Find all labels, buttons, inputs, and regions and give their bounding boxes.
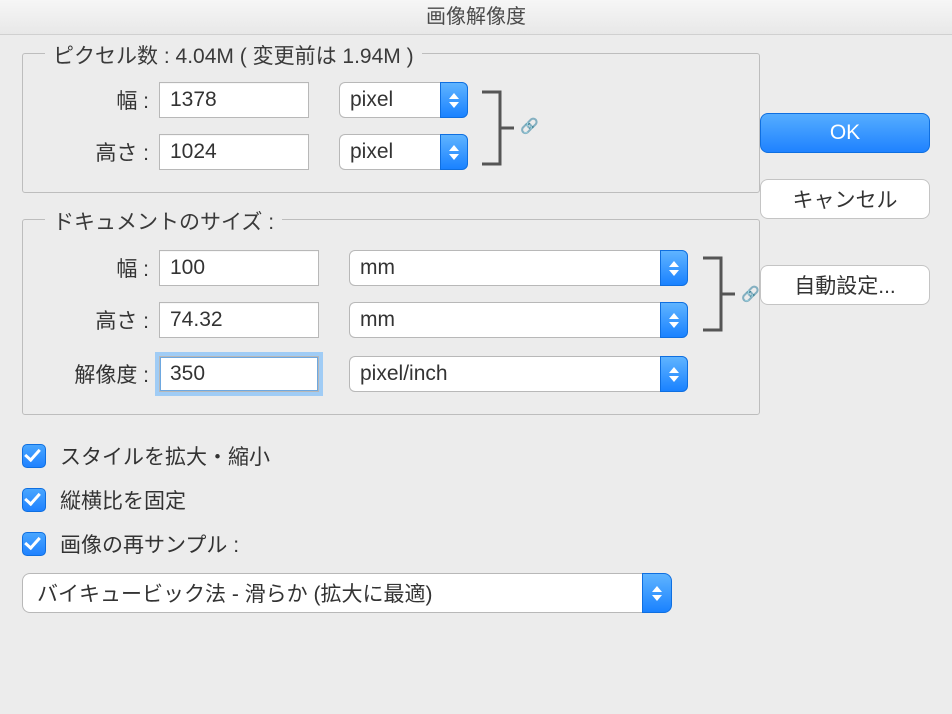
pixel-height-label: 高さ : [41, 137, 159, 167]
constrain-proportions-label: 縦横比を固定 [60, 485, 186, 515]
document-size-group: ドキュメントのサイズ : 幅 : mm 高さ : [22, 219, 760, 415]
pixel-width-unit-select[interactable]: pixel [339, 82, 468, 118]
resample-image-checkbox[interactable] [22, 532, 46, 556]
resample-method-select[interactable]: バイキュービック法 - 滑らか (拡大に最適) [22, 573, 672, 613]
doc-height-unit-select[interactable]: mm [349, 302, 688, 338]
pixel-height-unit-select[interactable]: pixel [339, 134, 468, 170]
constrain-bracket: 🔗 [480, 82, 520, 170]
resample-method-value: バイキュービック法 - 滑らか (拡大に最適) [22, 573, 642, 613]
doc-width-input[interactable] [159, 250, 319, 286]
doc-width-unit-select[interactable]: mm [349, 250, 688, 286]
pixel-dimensions-legend: ピクセル数 : 4.04M ( 変更前は 1.94M ) [45, 40, 422, 70]
scale-styles-label: スタイルを拡大・縮小 [60, 441, 270, 471]
legend-before-value: 1.94M [342, 45, 400, 68]
doc-height-unit-value: mm [349, 302, 660, 338]
doc-width-unit-value: mm [349, 250, 660, 286]
link-icon: 🔗 [741, 285, 760, 303]
ok-button[interactable]: OK [760, 113, 930, 153]
resolution-unit-value: pixel/inch [349, 356, 660, 392]
caret-up-icon [669, 261, 679, 267]
stepper-icon[interactable] [660, 356, 688, 392]
resolution-input[interactable] [159, 356, 319, 392]
constrain-proportions-checkbox[interactable] [22, 488, 46, 512]
pixel-width-unit-value: pixel [339, 82, 440, 118]
stepper-icon[interactable] [660, 302, 688, 338]
link-icon: 🔗 [520, 117, 539, 135]
resolution-unit-select[interactable]: pixel/inch [349, 356, 688, 392]
caret-up-icon [449, 145, 459, 151]
constrain-bracket: 🔗 [701, 248, 741, 340]
window-title: 画像解像度 [0, 0, 952, 35]
legend-before-label: 変更前は [253, 45, 337, 68]
caret-down-icon [449, 154, 459, 160]
stepper-icon[interactable] [660, 250, 688, 286]
caret-down-icon [669, 376, 679, 382]
pixel-width-input[interactable] [159, 82, 309, 118]
caret-down-icon [652, 595, 662, 601]
cancel-button[interactable]: キャンセル [760, 179, 930, 219]
document-size-legend: ドキュメントのサイズ : [45, 206, 282, 236]
pixel-height-input[interactable] [159, 134, 309, 170]
caret-down-icon [669, 322, 679, 328]
caret-up-icon [449, 93, 459, 99]
resolution-label: 解像度 : [41, 359, 159, 389]
stepper-icon[interactable] [440, 82, 468, 118]
caret-down-icon [669, 270, 679, 276]
auto-settings-button[interactable]: 自動設定... [760, 265, 930, 305]
pixel-height-unit-value: pixel [339, 134, 440, 170]
scale-styles-checkbox[interactable] [22, 444, 46, 468]
doc-height-input[interactable] [159, 302, 319, 338]
stepper-icon[interactable] [440, 134, 468, 170]
doc-width-label: 幅 : [41, 253, 159, 283]
caret-down-icon [449, 102, 459, 108]
caret-up-icon [669, 313, 679, 319]
doc-height-label: 高さ : [41, 305, 159, 335]
stepper-icon[interactable] [642, 573, 672, 613]
pixel-width-label: 幅 : [41, 85, 159, 115]
caret-up-icon [669, 367, 679, 373]
legend-value: 4.04M [176, 45, 234, 68]
caret-up-icon [652, 586, 662, 592]
resample-image-label: 画像の再サンプル : [60, 529, 239, 559]
legend-label: ピクセル数 [53, 45, 158, 68]
pixel-dimensions-group: ピクセル数 : 4.04M ( 変更前は 1.94M ) 幅 : pixel [22, 53, 760, 193]
